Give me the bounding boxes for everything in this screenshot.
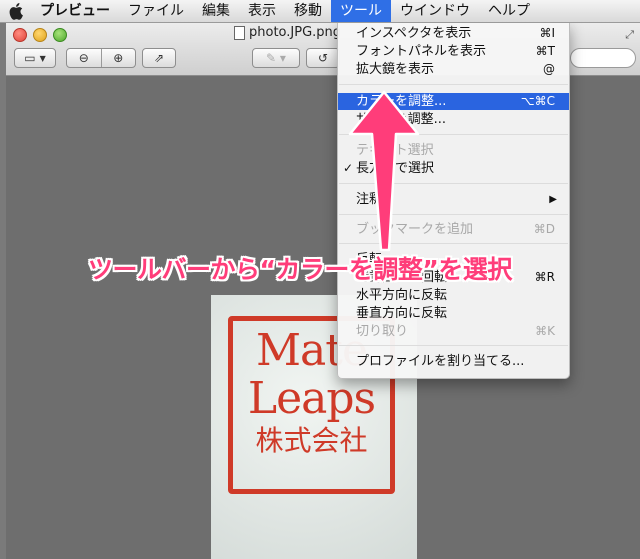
menu-item-adjust-color[interactable]: カラーを調整... ⌥⌘C: [338, 93, 569, 110]
submenu-arrow-icon: ▶: [549, 194, 557, 205]
menu-item-label: フォントパネルを表示: [356, 44, 487, 59]
menu-item-annotate[interactable]: 注釈 ▶: [338, 191, 569, 208]
menu-item-label: 注釈: [356, 192, 383, 207]
menu-item-label: テキスト選択: [356, 143, 434, 158]
share-button[interactable]: ⇗: [142, 48, 176, 68]
menu-item-rectangular-selection[interactable]: ✓ 長方形で選択: [338, 160, 569, 177]
menu-item-shortcut: ⌥⌘C: [520, 94, 555, 108]
zoom-out-icon: ⊖: [78, 51, 89, 65]
menu-preview[interactable]: プレビュー: [34, 0, 119, 22]
close-button[interactable]: [13, 28, 27, 42]
search-field[interactable]: [570, 48, 636, 68]
view-menu-button[interactable]: ▭ ▼: [14, 48, 56, 68]
menu-item-show-inspector[interactable]: インスペクタを表示 ⌘I: [338, 25, 569, 42]
checkmark-icon: ✓: [343, 161, 354, 175]
apple-menu-icon[interactable]: [0, 0, 34, 22]
menu-item-crop[interactable]: 切り取り ⌘K: [338, 323, 569, 340]
menu-go[interactable]: 移動: [285, 0, 331, 22]
window-title: photo.JPG.png: [234, 25, 341, 40]
rotate-icon: ↺: [317, 51, 329, 65]
menu-edit[interactable]: 編集: [193, 0, 239, 22]
menu-file[interactable]: ファイル: [119, 0, 193, 22]
chevron-down-icon: ▼: [39, 53, 46, 63]
menu-item-adjust-size[interactable]: サイズを調整...: [338, 111, 569, 128]
menu-item-text-selection[interactable]: テキスト選択: [338, 142, 569, 159]
menu-item-shortcut: ⌘D: [533, 222, 555, 236]
menu-separator: [339, 134, 568, 135]
stamp-line-2: Leaps: [247, 373, 376, 424]
menu-item-shortcut: ⌘K: [535, 324, 555, 338]
zoom-in-icon: ⊕: [113, 51, 124, 65]
menu-window[interactable]: ウインドウ: [391, 0, 479, 22]
tools-menu: インスペクタを表示 ⌘I フォントパネルを表示 ⌘T 拡大鏡を表示 @ カラーを…: [337, 22, 570, 379]
menu-item-label: ブックマークを追加: [356, 222, 474, 237]
window-title-text: photo.JPG.png: [249, 25, 342, 40]
menu-item-label: 長方形で選択: [356, 161, 435, 176]
menu-item-label: プロファイルを割り当てる...: [356, 354, 525, 369]
menu-item-assign-profile[interactable]: プロファイルを割り当てる...: [338, 353, 569, 370]
sidebar-icon: ▭: [24, 51, 36, 65]
menu-item-label: サイズを調整...: [356, 112, 447, 127]
menu-item-label: 垂直方向に反転: [356, 306, 448, 321]
menu-separator: [339, 214, 568, 215]
menu-separator: [339, 183, 568, 184]
menu-item-label: カラーを調整...: [356, 94, 447, 109]
menu-bar: プレビュー ファイル 編集 表示 移動 ツール ウインドウ ヘルプ: [0, 0, 640, 23]
zoom-button[interactable]: [53, 28, 67, 42]
zoom-in-button[interactable]: ⊕: [100, 49, 136, 67]
zoom-control: ⊖ ⊕: [66, 48, 136, 68]
menu-item-show-fonts[interactable]: フォントパネルを表示 ⌘T: [338, 43, 569, 60]
annotation-caption: ツールバーから“カラーを調整”を選択: [88, 255, 512, 284]
menu-item-label: 拡大鏡を表示: [356, 62, 435, 77]
annotate-button[interactable]: ✎ ▾: [252, 48, 300, 68]
pen-icon: ✎ ▾: [266, 51, 286, 65]
menu-item-shortcut: ⌘R: [534, 270, 555, 284]
menu-item-shortcut: ⌘T: [535, 44, 555, 58]
document-icon: [234, 25, 245, 40]
menu-help[interactable]: ヘルプ: [479, 0, 539, 22]
menu-view[interactable]: 表示: [239, 0, 285, 22]
stamp-line-3: 株式会社: [255, 424, 368, 457]
menu-item-shortcut: ⌘I: [539, 26, 555, 40]
minimize-button[interactable]: [33, 28, 47, 42]
share-icon: ⇗: [153, 51, 165, 65]
menu-item-label: インスペクタを表示: [356, 26, 472, 41]
menu-item-flip-vertical[interactable]: 垂直方向に反転: [338, 305, 569, 322]
menu-item-flip-horizontal[interactable]: 水平方向に反転: [338, 287, 569, 304]
menu-item-show-magnifier[interactable]: 拡大鏡を表示 @: [338, 61, 569, 78]
menu-tools[interactable]: ツール: [331, 0, 391, 22]
menu-item-label: 切り取り: [356, 324, 409, 339]
fullscreen-icon[interactable]: ⤢: [625, 28, 634, 42]
rotate-button[interactable]: ↺: [306, 48, 340, 68]
menu-separator: [339, 84, 568, 85]
menu-separator: [339, 243, 568, 244]
menu-separator: [339, 345, 568, 346]
menu-item-shortcut: @: [543, 62, 555, 76]
zoom-out-button[interactable]: ⊖: [67, 49, 101, 67]
menu-item-label: 水平方向に反転: [356, 288, 448, 303]
menu-item-add-bookmark[interactable]: ブックマークを追加 ⌘D: [338, 221, 569, 238]
